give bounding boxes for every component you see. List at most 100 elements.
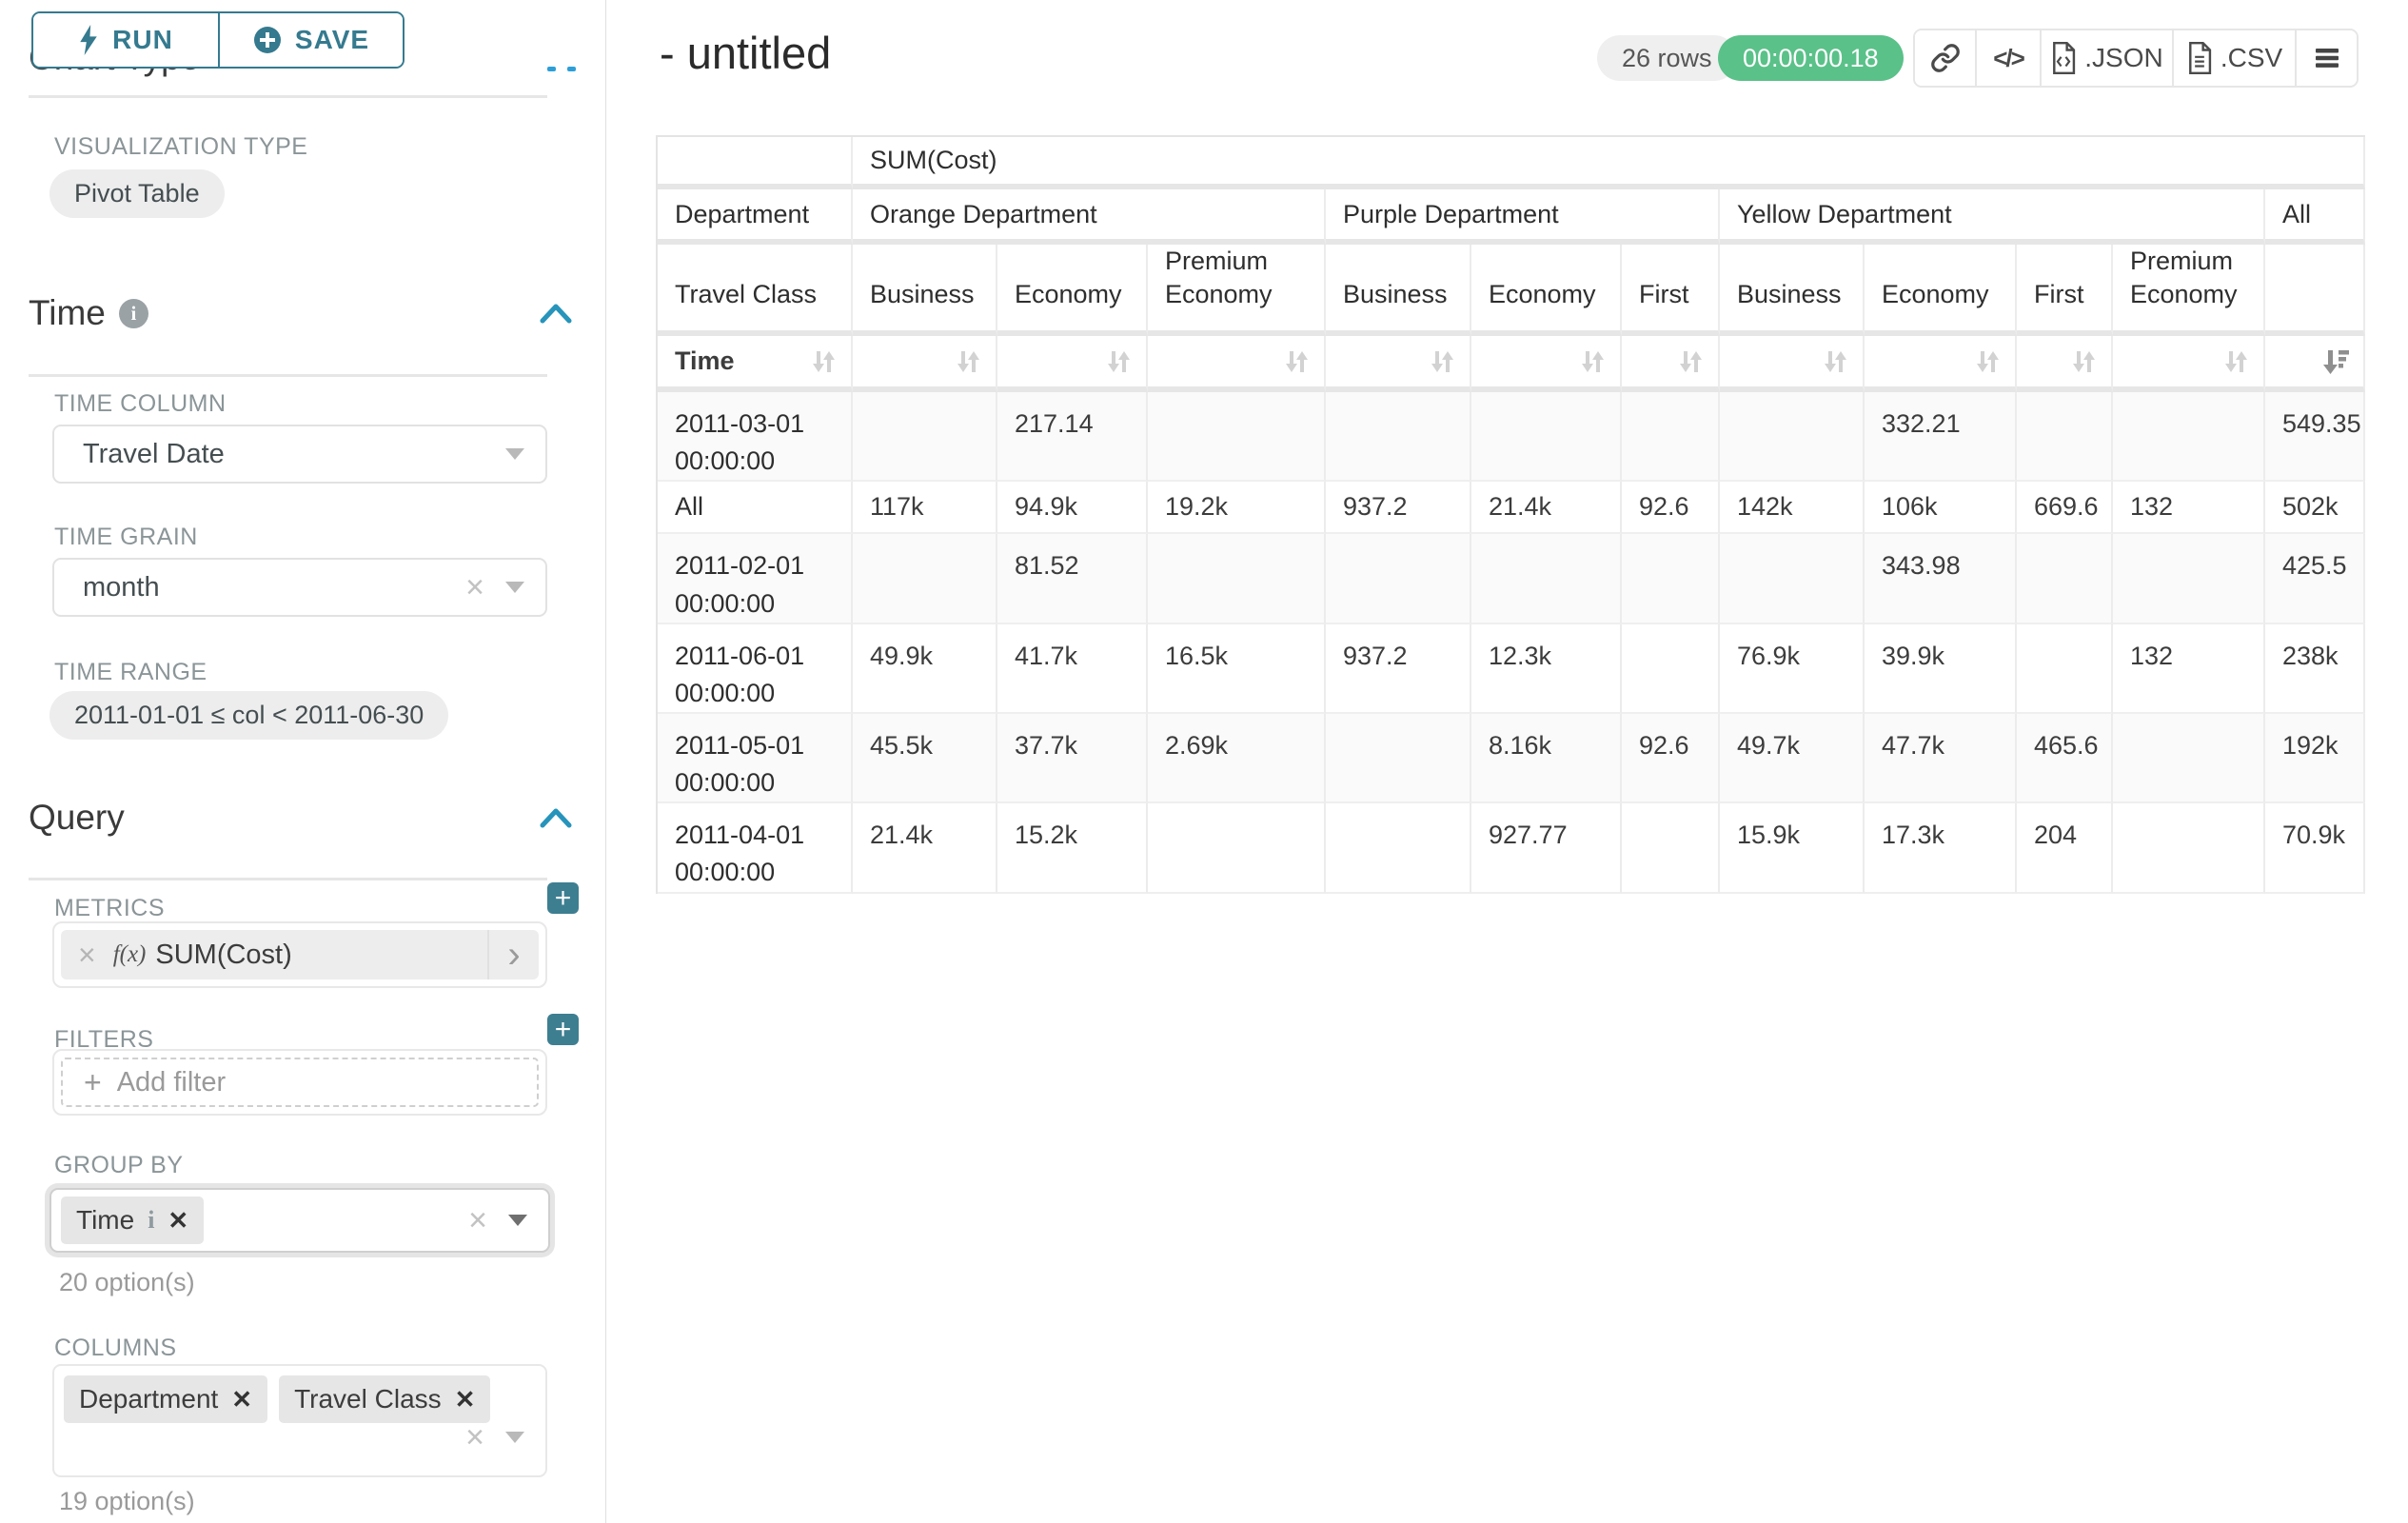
value-cell: [1622, 392, 1720, 482]
share-link-button[interactable]: [1915, 30, 1975, 86]
info-circle-icon[interactable]: i: [119, 299, 148, 328]
value-cell: 238k: [2265, 624, 2365, 714]
value-cell: 17.3k: [1865, 803, 2017, 893]
column-sort-cell[interactable]: [1865, 336, 2017, 392]
more-options-menu-button[interactable]: [2295, 30, 2357, 86]
metrics-label: METRICS: [54, 895, 165, 922]
export-json-label: .JSON: [2084, 43, 2162, 73]
sort-arrows-icon[interactable]: [1428, 347, 1456, 376]
column-sort-cell[interactable]: [1720, 336, 1865, 392]
value-cell: 19.2k: [1148, 482, 1326, 534]
value-cell: 192k: [2265, 714, 2365, 803]
x-icon[interactable]: ×: [465, 1421, 484, 1454]
sort-arrows-icon[interactable]: [1282, 347, 1311, 376]
row-header-cell: 2011-03-0100:00:00: [658, 392, 853, 482]
visualization-type-pill[interactable]: Pivot Table: [49, 169, 225, 218]
row-header-cell: 2011-05-0100:00:00: [658, 714, 853, 803]
filters-container: + Add filter: [52, 1049, 547, 1116]
selected-option-tag[interactable]: Department✕: [64, 1375, 267, 1423]
x-icon[interactable]: ×: [61, 938, 113, 973]
query-timer-badge: 00:00:00.18: [1718, 35, 1904, 81]
info-icon[interactable]: i: [148, 1206, 154, 1235]
column-sort-cell[interactable]: [2113, 336, 2265, 392]
remove-tag-icon[interactable]: ✕: [231, 1385, 252, 1414]
column-sort-cell[interactable]: [2017, 336, 2113, 392]
column-sort-cell[interactable]: [1622, 336, 1720, 392]
sort-arrows-icon[interactable]: [954, 347, 982, 376]
table-row: 2011-06-0100:00:0049.9k41.7k16.5k937.212…: [658, 624, 2365, 714]
time-column-select[interactable]: Travel Date: [52, 425, 547, 484]
value-cell: 92.6: [1622, 714, 1720, 803]
time-range-pill[interactable]: 2011-01-01 ≤ col < 2011-06-30: [49, 691, 448, 740]
time-column-value: Travel Date: [54, 439, 225, 470]
chevron-up-icon[interactable]: [540, 807, 572, 828]
caret-down-icon: [505, 582, 524, 593]
selected-option-tag[interactable]: Travel Class✕: [279, 1375, 490, 1423]
x-icon[interactable]: ×: [468, 1204, 487, 1236]
column-sort-cell[interactable]: [1471, 336, 1622, 392]
department-group-header: All: [2265, 189, 2365, 245]
chart-title[interactable]: - untitled: [660, 27, 831, 79]
sort-arrows-icon[interactable]: [1676, 347, 1705, 376]
export-csv-button[interactable]: .CSV: [2172, 30, 2295, 86]
column-sort-cell[interactable]: [1326, 336, 1471, 392]
metric-fx-icon: f(x): [113, 941, 147, 968]
run-save-button-group: RUN SAVE: [31, 11, 405, 69]
control-panel-sidebar: Chart Type RUN SAVE VISUALIZATION TYPE P…: [0, 0, 606, 1523]
embed-code-button[interactable]: </>: [1975, 30, 2040, 86]
section-divider: [29, 878, 547, 880]
remove-tag-icon[interactable]: ✕: [455, 1385, 476, 1414]
add-metric-button[interactable]: +: [547, 882, 579, 914]
time-grain-value: month: [54, 572, 160, 603]
value-cell: [1720, 534, 1865, 623]
sort-arrows-icon[interactable]: [1578, 347, 1607, 376]
hamburger-menu-icon: [2314, 47, 2340, 69]
x-icon[interactable]: ×: [465, 571, 484, 603]
sort-arrows-icon[interactable]: [1973, 347, 2002, 376]
row-header-cell: 2011-02-0100:00:00: [658, 534, 853, 623]
selected-option-tag[interactable]: Timei✕: [61, 1197, 204, 1244]
remove-tag-icon[interactable]: ✕: [168, 1206, 188, 1236]
value-cell: 132: [2113, 482, 2265, 534]
export-json-button[interactable]: .JSON: [2040, 30, 2172, 86]
group-by-options-note: 20 option(s): [59, 1268, 195, 1297]
sort-arrows-icon[interactable]: [1821, 347, 1849, 376]
travel-class-header: Premium Economy: [2113, 245, 2265, 336]
save-button[interactable]: SAVE: [218, 13, 403, 67]
value-cell: 132: [2113, 624, 2265, 714]
value-cell: 15.2k: [997, 803, 1148, 893]
group-by-select[interactable]: Timei✕ ×: [49, 1188, 550, 1253]
add-filter-button[interactable]: + Add filter: [61, 1058, 539, 1107]
sort-arrows-icon[interactable]: [2069, 347, 2098, 376]
column-sort-cell[interactable]: [853, 336, 997, 392]
sort-arrows-icon[interactable]: [2221, 347, 2250, 376]
add-filter-plus-button[interactable]: +: [547, 1014, 579, 1045]
value-cell: 937.2: [1326, 624, 1471, 714]
sort-arrows-icon[interactable]: [1104, 347, 1133, 376]
chevron-right-icon[interactable]: ›: [487, 930, 539, 979]
group-by-tags: Timei✕: [61, 1197, 204, 1244]
columns-select[interactable]: Department✕Travel Class✕ ×: [52, 1364, 547, 1477]
chevron-up-icon[interactable]: [540, 303, 572, 324]
add-filter-label: Add filter: [117, 1067, 226, 1098]
department-axis-label: Department: [658, 189, 853, 245]
value-cell: 343.98: [1865, 534, 2017, 623]
visualization-type-label: VISUALIZATION TYPE: [54, 133, 307, 161]
sort-descending-icon[interactable]: [2321, 347, 2350, 376]
column-sort-cell[interactable]: [997, 336, 1148, 392]
time-grain-select[interactable]: month ×: [52, 558, 547, 617]
group-by-label: GROUP BY: [54, 1152, 184, 1179]
time-sort-cell[interactable]: Time: [658, 336, 853, 392]
travel-class-axis-label: Travel Class: [658, 245, 853, 336]
time-section-title: Time: [29, 293, 106, 333]
sort-arrows-icon[interactable]: [809, 347, 838, 376]
column-sort-cell[interactable]: [1148, 336, 1326, 392]
time-range-label: TIME RANGE: [54, 659, 207, 686]
run-button[interactable]: RUN: [33, 13, 218, 67]
value-cell: 41.7k: [997, 624, 1148, 714]
department-group-header: Yellow Department: [1720, 189, 2265, 245]
lightning-bolt-icon: [78, 25, 99, 55]
value-cell: [1622, 624, 1720, 714]
total-sort-cell-active[interactable]: [2265, 336, 2365, 392]
metric-pill[interactable]: × f(x) SUM(Cost) ›: [61, 930, 539, 979]
